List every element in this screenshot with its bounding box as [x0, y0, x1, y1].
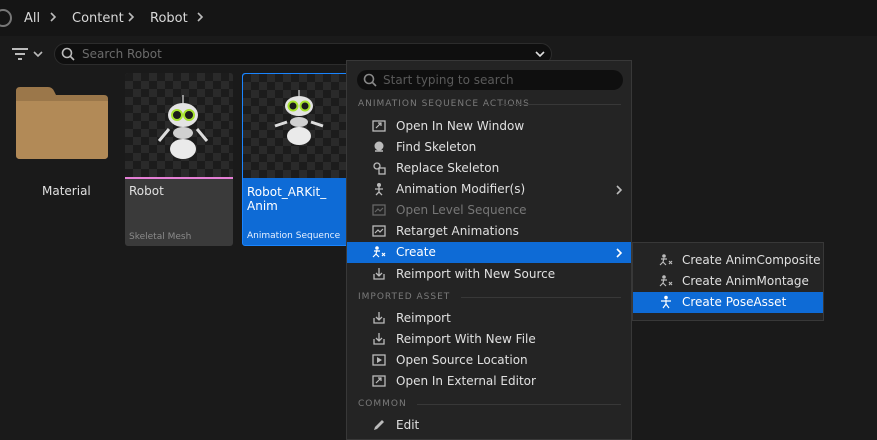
robot-icon	[274, 90, 324, 145]
menu-item-retarget-animations[interactable]: Retarget Animations	[347, 221, 631, 242]
chevron-right-icon[interactable]	[125, 10, 137, 24]
menu-item-reimport[interactable]: Reimport	[347, 308, 631, 329]
menu-item-label: Create	[396, 245, 436, 259]
breadcrumb-robot[interactable]: Robot	[150, 11, 188, 26]
folder-icon	[16, 87, 108, 159]
breadcrumb-bar: All Content Robot	[0, 0, 877, 36]
context-menu: Start typing to search ANIMATION SEQUENC…	[346, 60, 632, 440]
submenu-item-label: Create PoseAsset	[682, 295, 787, 309]
edit-icon	[374, 420, 384, 430]
reimport-icon	[373, 268, 385, 280]
chevron-down-icon[interactable]	[535, 49, 545, 59]
anim-icon	[659, 275, 673, 287]
menu-search-placeholder: Start typing to search	[383, 73, 514, 87]
menu-item-label: Edit	[396, 418, 420, 432]
menu-item-find-skeleton[interactable]: Find Skeleton	[347, 137, 631, 158]
section-title: COMMON	[358, 399, 407, 409]
search-icon	[61, 47, 75, 61]
create-icon	[372, 246, 386, 258]
menu-item-label: Animation Modifier(s)	[396, 182, 526, 196]
asset-name: Robot_ARKit_ Anim	[247, 185, 327, 213]
chevron-right-icon[interactable]	[47, 10, 59, 24]
menu-item-create[interactable]: Create	[347, 242, 631, 263]
menu-item-label: Retarget Animations	[396, 224, 519, 238]
submenu-item-create-animcomposite[interactable]: Create AnimComposite	[633, 250, 823, 271]
retarget-icon	[372, 225, 386, 237]
menu-item-animation-modifiers[interactable]: Animation Modifier(s)	[347, 179, 631, 200]
window-icon	[372, 120, 386, 132]
skeleton-icon	[373, 162, 386, 175]
pose-icon	[661, 295, 671, 309]
asset-tile-material[interactable]: Material	[8, 73, 116, 246]
asset-name: Material	[42, 184, 91, 198]
menu-item-label: Reimport with New Source	[396, 267, 556, 281]
chevron-right-icon	[616, 248, 623, 258]
chevron-right-icon[interactable]	[194, 10, 206, 24]
menu-item-open-in-new-window[interactable]: Open In New Window	[347, 116, 631, 137]
search-icon	[363, 73, 377, 87]
sequence-icon	[372, 204, 386, 216]
asset-name: Robot	[129, 184, 164, 198]
external-icon	[372, 375, 386, 387]
history-icon[interactable]	[0, 9, 12, 27]
menu-item-open-level-sequence: Open Level Sequence	[347, 200, 631, 221]
search-placeholder: Search Robot	[82, 47, 162, 61]
reimport-icon	[373, 312, 385, 324]
menu-item-label: Open Source Location	[396, 353, 528, 367]
search-icon	[374, 141, 384, 152]
create-submenu: Create AnimComposite Create AnimMontage …	[632, 242, 824, 321]
asset-thumbnail	[125, 73, 233, 179]
breadcrumb-content[interactable]: Content	[72, 11, 124, 26]
asset-tile-robot[interactable]: Robot Skeletal Mesh	[125, 73, 233, 246]
section-divider	[461, 297, 621, 298]
section-divider	[417, 404, 621, 405]
asset-thumbnail	[243, 74, 349, 180]
modifier-icon	[375, 183, 383, 196]
reimport-icon	[373, 333, 385, 345]
menu-item-reimport-with-new-source[interactable]: Reimport with New Source	[347, 264, 631, 285]
robot-icon	[157, 95, 209, 159]
submenu-item-create-animmontage[interactable]: Create AnimMontage	[633, 271, 823, 292]
chevron-right-icon	[616, 185, 623, 195]
menu-item-label: Reimport With New File	[396, 332, 536, 346]
menu-item-label: Open Level Sequence	[396, 203, 527, 217]
menu-item-label: Replace Skeleton	[396, 161, 500, 175]
menu-item-label: Open In External Editor	[396, 374, 536, 388]
submenu-item-create-poseasset[interactable]: Create PoseAsset	[633, 292, 823, 313]
section-title: IMPORTED ASSET	[358, 292, 451, 302]
filter-icon[interactable]	[12, 48, 28, 60]
submenu-item-label: Create AnimMontage	[682, 274, 809, 288]
asset-tile-robot-arkit-anim[interactable]: Robot_ARKit_ Anim Animation Sequence	[242, 73, 350, 246]
menu-item-replace-skeleton[interactable]: Replace Skeleton	[347, 158, 631, 179]
menu-item-label: Find Skeleton	[396, 140, 477, 154]
asset-type: Skeletal Mesh	[129, 232, 192, 242]
chevron-down-icon[interactable]	[33, 49, 43, 59]
menu-item-reimport-with-new-file[interactable]: Reimport With New File	[347, 329, 631, 350]
menu-search-input[interactable]: Start typing to search	[357, 70, 623, 90]
breadcrumb-all[interactable]: All	[24, 11, 40, 26]
menu-item-label: Reimport	[396, 311, 451, 325]
asset-type: Animation Sequence	[247, 231, 341, 241]
menu-item-open-source-location[interactable]: Open Source Location	[347, 350, 631, 371]
anim-icon	[659, 254, 673, 266]
folder-icon	[372, 354, 386, 366]
submenu-item-label: Create AnimComposite	[682, 253, 821, 267]
menu-item-open-in-external-editor[interactable]: Open In External Editor	[347, 371, 631, 392]
section-divider	[501, 104, 621, 105]
menu-item-label: Open In New Window	[396, 119, 525, 133]
